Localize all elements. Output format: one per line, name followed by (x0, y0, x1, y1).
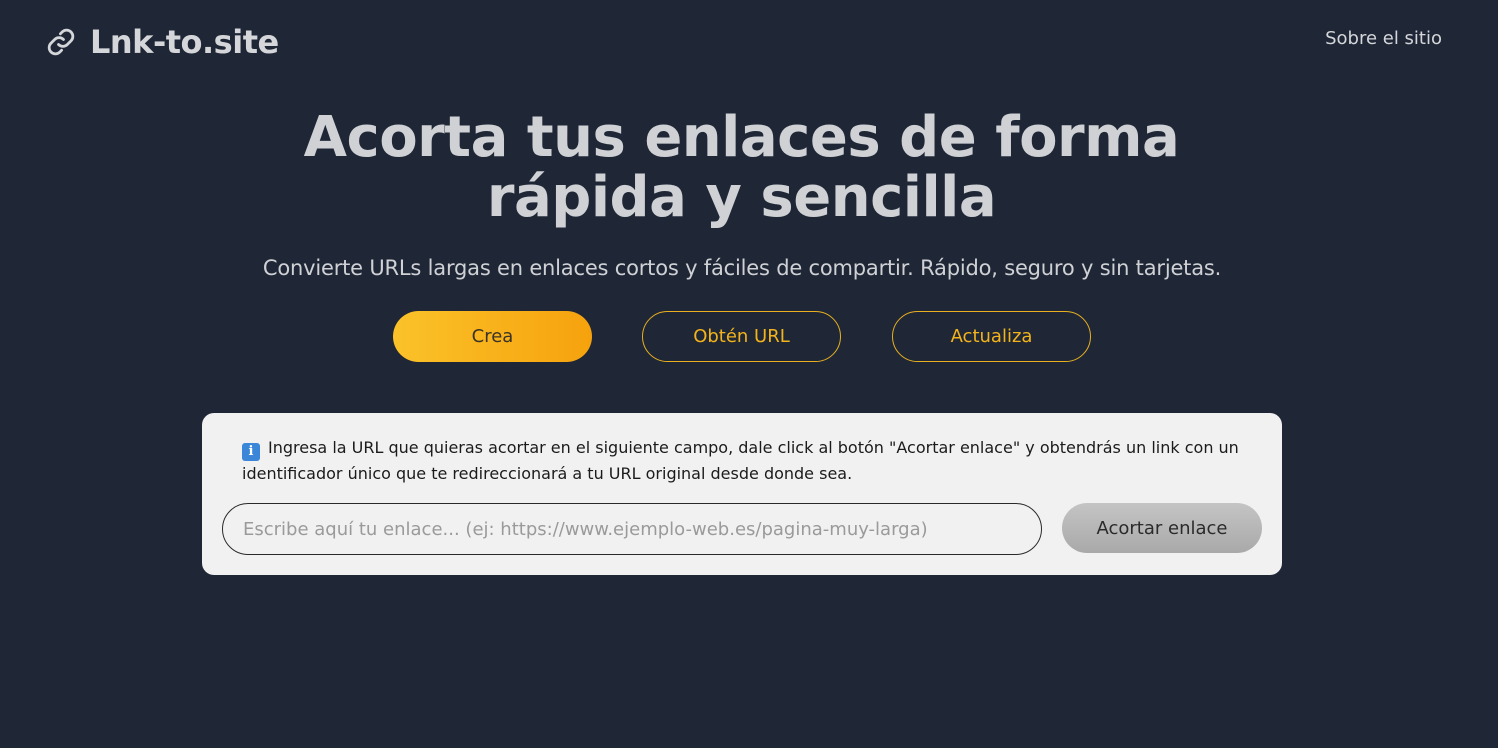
create-button[interactable]: Crea (393, 311, 592, 362)
url-input[interactable] (222, 503, 1042, 555)
info-text: Ingresa la URL que quieras acortar en el… (242, 438, 1239, 483)
brand-name: Lnk-to.site (90, 23, 279, 61)
brand-logo-link[interactable]: Lnk-to.site (46, 22, 279, 62)
shortener-card: i Ingresa la URL que quieras acortar en e… (202, 413, 1282, 575)
page-title: Acorta tus enlaces de forma rápida y sen… (303, 105, 1180, 230)
nav-about-link[interactable]: Sobre el sitio (1325, 28, 1442, 49)
site-header: Lnk-to.site Sobre el sitio (0, 0, 1498, 82)
page-subtitle: Convierte URLs largas en enlaces cortos … (262, 256, 1222, 280)
shorten-link-button[interactable]: Acortar enlace (1062, 503, 1262, 553)
link-icon (47, 28, 75, 56)
update-button[interactable]: Actualiza (892, 311, 1091, 362)
info-message: i Ingresa la URL que quieras acortar en e… (242, 435, 1242, 486)
info-icon: i (242, 443, 260, 461)
get-url-button[interactable]: Obtén URL (642, 311, 841, 362)
